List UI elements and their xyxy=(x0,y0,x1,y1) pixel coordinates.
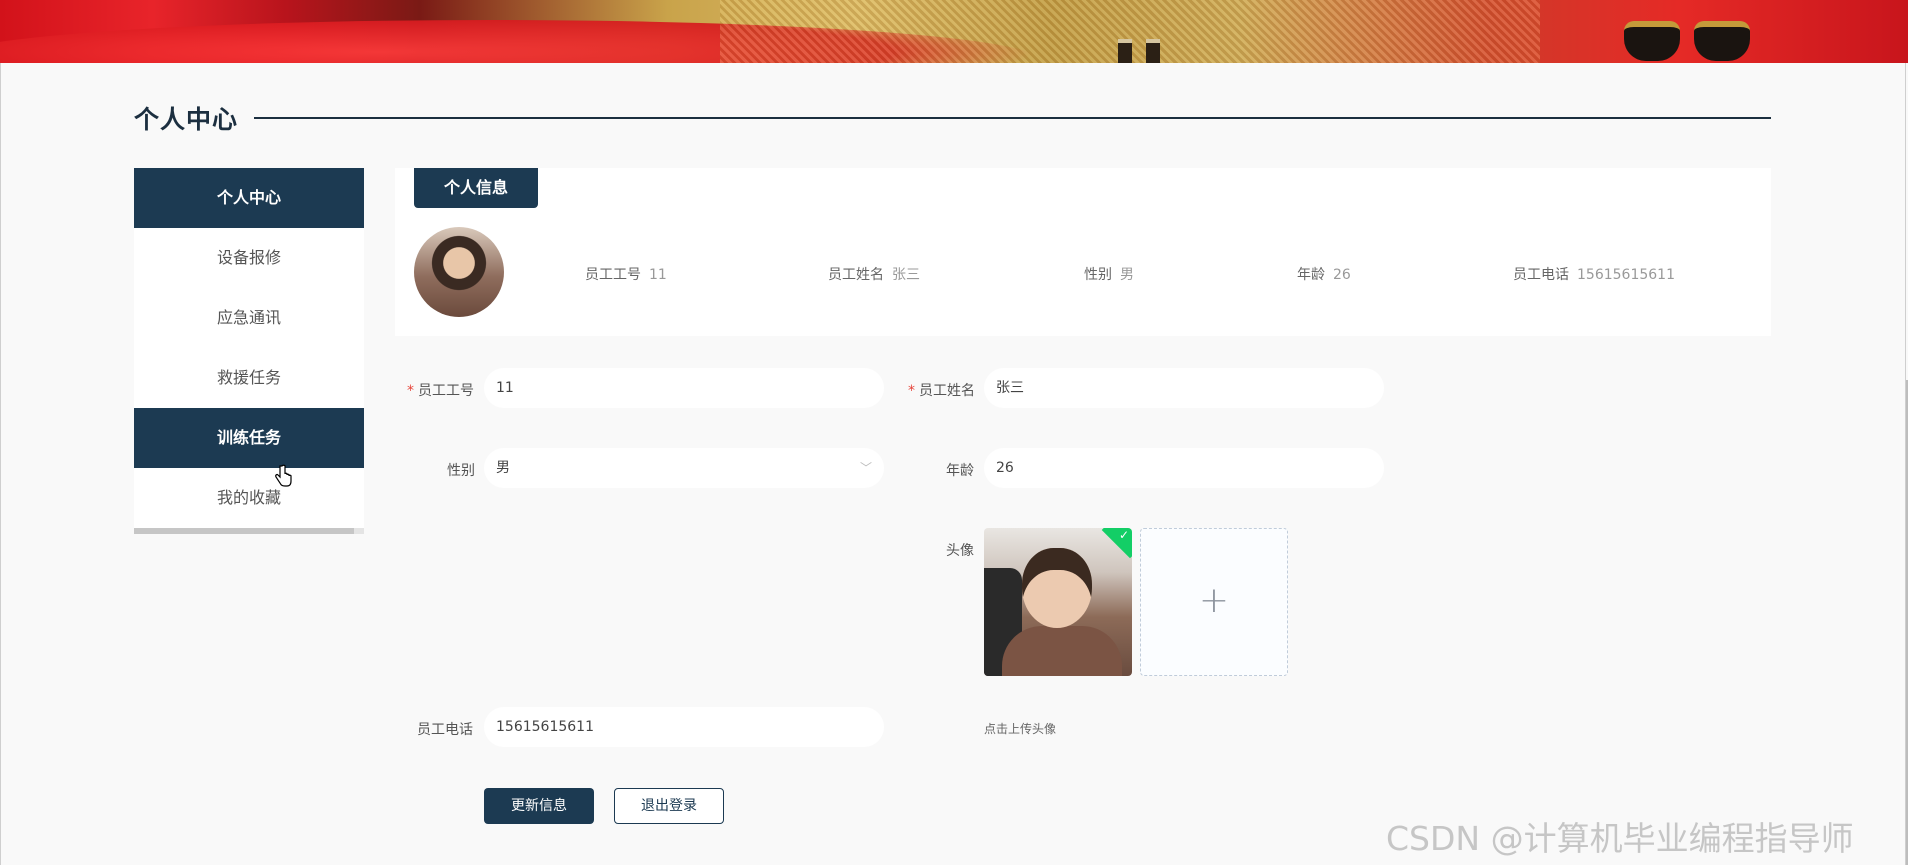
info-phone-value: 15615615611 xyxy=(1577,267,1675,283)
chevron-down-icon: ﹀ xyxy=(859,461,872,475)
info-gender: 性别男 xyxy=(1084,264,1134,284)
tab-personal-info[interactable]: 个人信息 xyxy=(414,168,538,208)
info-employee-id: 员工工号 11 xyxy=(585,264,667,284)
sidebar-item-favorites[interactable]: 我的收藏 xyxy=(134,468,364,528)
sidebar-item-training[interactable]: 训练任务 xyxy=(134,408,364,468)
info-employee-name-value: 张三 xyxy=(892,267,920,283)
avatar xyxy=(414,227,504,317)
info-age-label: 年龄 xyxy=(1297,267,1325,283)
update-info-button[interactable]: 更新信息 xyxy=(484,788,594,824)
age-label: 年龄 xyxy=(946,463,974,479)
banner-figure-legs xyxy=(1110,0,1170,63)
sidebar-menu: 个人中心 设备报修 应急通讯 救援任务 训练任务 我的收藏 xyxy=(134,168,364,534)
check-icon: ✓ xyxy=(1118,528,1129,542)
title-divider xyxy=(254,117,1771,119)
info-employee-id-value: 11 xyxy=(649,267,667,283)
upload-add-button[interactable]: + xyxy=(1140,528,1288,676)
gender-select-value: 男 xyxy=(496,460,510,476)
phone-label: 员工电话 xyxy=(417,722,473,738)
info-age-value: 26 xyxy=(1333,267,1351,283)
banner-boots-image xyxy=(1620,0,1760,63)
sidebar-scrollbar[interactable] xyxy=(134,528,364,534)
age-field[interactable]: 26 xyxy=(984,448,1384,488)
employee-name-field[interactable]: 张三 xyxy=(984,368,1384,408)
sidebar-item-emergency[interactable]: 应急通讯 xyxy=(134,288,364,348)
employee-id-label: * 员工工号 xyxy=(407,380,474,400)
watermark: CSDN @计算机毕业编程指导师 xyxy=(1386,819,1854,858)
page-edge-left xyxy=(0,63,1,865)
hand-cursor-icon xyxy=(275,464,292,487)
info-phone-label: 员工电话 xyxy=(1513,267,1569,283)
personal-info-card xyxy=(395,168,1771,336)
required-mark: * xyxy=(908,383,915,399)
sidebar-scrollbar-thumb[interactable] xyxy=(134,528,354,534)
upload-tip: 点击上传头像 xyxy=(984,722,1057,736)
header-banner xyxy=(0,0,1908,63)
gender-label: 性别 xyxy=(447,463,475,479)
gender-select[interactable]: 男 ﹀ xyxy=(484,448,884,488)
logout-button[interactable]: 退出登录 xyxy=(614,788,724,824)
info-employee-name: 员工姓名 张三 xyxy=(828,264,920,284)
sidebar-item-profile[interactable]: 个人中心 xyxy=(134,168,364,228)
sidebar-item-rescue[interactable]: 救援任务 xyxy=(134,348,364,408)
info-phone: 员工电话 15615615611 xyxy=(1513,264,1675,284)
page-title: 个人中心 xyxy=(134,105,239,134)
info-gender-value: 男 xyxy=(1120,267,1134,283)
info-employee-name-label: 员工姓名 xyxy=(828,267,884,283)
employee-id-field[interactable]: 11 xyxy=(484,368,884,408)
info-gender-label: 性别 xyxy=(1084,267,1112,283)
avatar-label: 头像 xyxy=(946,543,974,559)
uploaded-avatar-thumbnail[interactable]: ✓ xyxy=(984,528,1132,676)
employee-name-label-text: 员工姓名 xyxy=(919,383,975,399)
required-mark: * xyxy=(407,383,414,399)
employee-id-label-text: 员工工号 xyxy=(418,383,474,399)
info-employee-id-label: 员工工号 xyxy=(585,267,641,283)
sidebar-item-repair[interactable]: 设备报修 xyxy=(134,228,364,288)
info-age: 年龄 26 xyxy=(1297,264,1351,284)
employee-name-label: * 员工姓名 xyxy=(908,380,975,400)
phone-field[interactable]: 15615615611 xyxy=(484,707,884,747)
